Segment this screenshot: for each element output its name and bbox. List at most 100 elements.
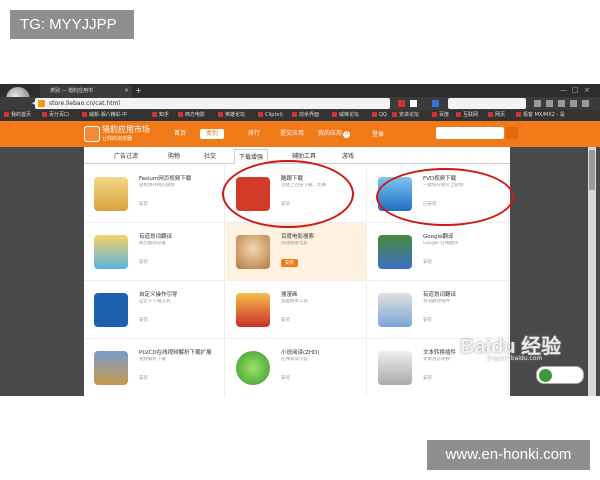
bookmark-item[interactable]: 前余界面 [292,110,319,121]
bookmark-item[interactable]: 百度 [432,110,449,121]
toolbar-icon-2[interactable] [410,100,417,107]
site-favicon-icon [38,100,45,107]
nav-my-apps-label: 我的应用 [318,130,343,137]
app-card[interactable]: 有道划词翻译 网页翻译必备 安装 [84,223,225,281]
toolbar-icon-1[interactable] [398,100,405,107]
app-description: 视频解析下载 [139,357,166,362]
url-field[interactable]: store.liebao.cn/cat.html [35,98,390,109]
green-smiley-icon [236,351,270,385]
floating-toggle[interactable] [536,366,584,384]
tab-ad-filter[interactable]: 广告过滤 [114,151,138,160]
nav-ranking[interactable]: 排行 [244,129,264,139]
store-logo-icon[interactable] [84,126,100,142]
bookmark-item[interactable]: 威新·湘八精彩·中 [82,110,127,121]
install-button[interactable]: 安装 [423,317,432,323]
bookmark-item[interactable]: 百分百口 [42,110,69,121]
toolbar-icon-5[interactable] [558,100,565,107]
site-header: 猎豹应用市场 让你的浏览器 首页 类别 排行 提交应用 我的应用 0 登录 [0,121,600,147]
search-engine-icon[interactable] [432,100,439,107]
bookmark-item[interactable]: 安卓论坛 [392,110,419,121]
app-card[interactable]: Fasium网页视频下载 轻松保存网页视频 安装 [84,165,225,223]
install-button[interactable]: 安装 [281,375,290,381]
magnifier-book-icon [378,293,412,327]
watermark-tag: TG: MYYJJPP [10,10,134,39]
nav-submit-app[interactable]: 提交应用 [276,129,308,139]
app-card[interactable]: 百度电影搜索 快速搜索电影 安装 [226,223,367,281]
tab-shopping[interactable]: 购物 [168,151,180,160]
scrollbar-thumb[interactable] [589,150,595,190]
app-name[interactable]: 搜漫画 [281,290,298,298]
login-link[interactable]: 登录 [372,129,384,138]
app-card[interactable]: 小说阅读(ZHD) 在线阅读小说 安装 [226,339,367,396]
install-button[interactable]: 安装 [281,317,290,323]
search-icon[interactable] [506,127,518,139]
app-name[interactable]: 自定义操作引导 [139,290,178,298]
app-name[interactable]: 有道划词翻译 [139,232,172,240]
app-description: 轻松保存网页视频 [139,183,175,188]
comic-icon [236,293,270,327]
toolbar-icon-3[interactable] [534,100,541,107]
tab-tools[interactable]: 辅助工具 [292,151,316,160]
bookmark-item[interactable]: Clip(el) [258,110,283,121]
bookmark-item[interactable]: 极客 MX/MX2 - 是 [516,110,565,121]
notification-badge: 0 [343,131,351,138]
minimize-icon[interactable]: — [560,86,567,94]
menu-icon[interactable] [582,100,589,107]
app-name[interactable]: 文本转换插件 [423,348,456,356]
install-button[interactable]: 安装 [281,259,298,267]
new-tab-icon[interactable]: + [135,85,142,97]
app-description: 有道翻译插件 [423,299,450,304]
owl-icon [94,351,128,385]
app-description: Google 在线翻译 [423,241,459,246]
tab-games[interactable]: 游戏 [342,151,354,160]
toggle-knob[interactable] [539,369,552,382]
nav-home[interactable]: 首页 [170,129,190,139]
install-button[interactable]: 安装 [139,201,148,207]
close-icon[interactable]: × [124,85,129,97]
install-button[interactable]: 安装 [139,375,148,381]
toolbar-icon-6[interactable] [570,100,577,107]
bookmark-item[interactable]: 知乎 [152,110,169,121]
bookmark-item[interactable]: 互联网 [456,110,478,121]
tab-social[interactable]: 社交 [204,151,216,160]
maximize-icon[interactable]: □ [572,86,579,94]
browser-tab[interactable]: 类别 — 猎豹应用市 × [40,85,132,97]
app-card[interactable]: PLVCD在线视频解析下载扩展 视频解析下载 安装 [84,339,225,396]
app-name[interactable]: 小说阅读(ZHD) [281,348,319,356]
app-description: 快速搜索电影 [281,241,308,246]
site-subtitle: 让你的浏览器 [102,136,133,142]
toolbar-icon-4[interactable] [546,100,553,107]
baidu-watermark-url: jingyan.baidu.com [487,355,543,362]
app-description: 在线阅读小说 [281,357,308,362]
app-name[interactable]: Fasium网页视频下载 [139,174,191,182]
app-name[interactable]: 有道划词翻译 [423,290,456,298]
app-name[interactable]: Google翻译 [423,232,453,240]
bookmark-item[interactable]: 网页 [488,110,505,121]
bookmark-item[interactable]: 西方电影 [178,110,205,121]
bookmark-item[interactable]: 英雄论坛 [218,110,245,121]
nav-my-apps[interactable]: 我的应用 0 [314,129,354,139]
app-name[interactable]: 百度电影搜索 [281,232,314,240]
bookmark-item[interactable]: 威锋论坛 [332,110,359,121]
url-text: store.liebao.cn/cat.html [49,100,121,107]
address-bar: ◀ store.liebao.cn/cat.html [0,97,600,110]
app-name[interactable]: PLVCD在线视频解析下载扩展 [139,348,212,356]
bookmark-item[interactable]: 我的首页 [4,110,31,121]
app-card[interactable]: Google翻译 Google 在线翻译 安装 [368,223,509,281]
site-title[interactable]: 猎豹应用市场 [102,124,150,135]
app-card[interactable]: 搜漫画 漫画搜索工具 安装 [226,281,367,339]
folder-download-icon [94,177,128,211]
app-card[interactable]: 自定义操作引导 自定义下载方式 安装 [84,281,225,339]
bookmarks-bar: 我的首页 百分百口 威新·湘八精彩·中 知乎 西方电影 英雄论坛 Clip(el… [0,110,600,121]
install-button[interactable]: 安装 [423,375,432,381]
nav-categories[interactable]: 类别 [200,129,225,139]
annotation-circle [376,168,514,226]
install-button[interactable]: 安装 [139,317,148,323]
install-button[interactable]: 安装 [139,259,148,265]
window-close-icon[interactable]: × [584,86,590,94]
search-input[interactable] [448,98,526,109]
install-button[interactable]: 安装 [423,259,432,265]
bookmark-item[interactable]: QQ [372,110,387,121]
site-search-input[interactable] [436,127,504,139]
app-description: 漫画搜索工具 [281,299,308,304]
